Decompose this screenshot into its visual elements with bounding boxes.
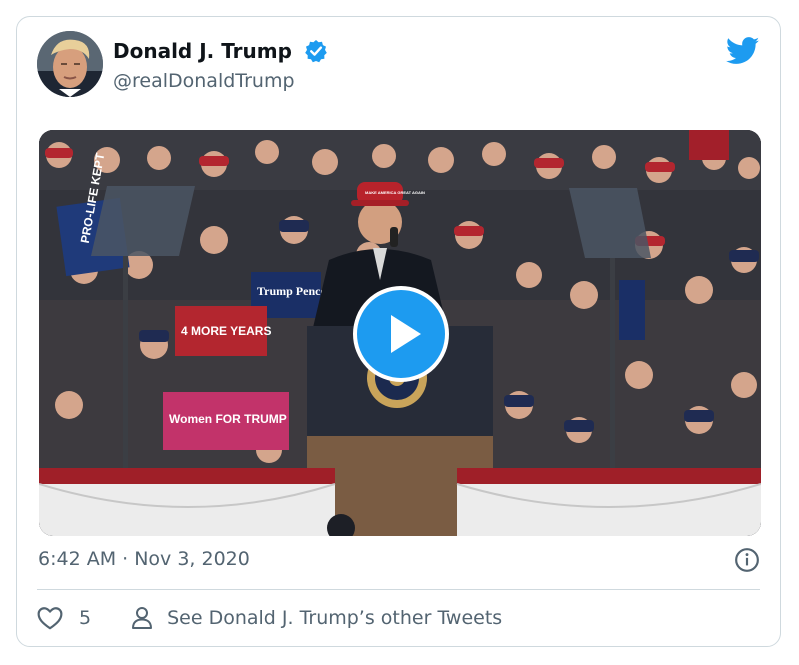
see-other-tweets-link[interactable]: See Donald J. Trump’s other Tweets xyxy=(131,606,502,630)
avatar-image xyxy=(37,31,103,97)
sign-text-5: MAKE AMERICA GREAT AGAIN xyxy=(365,190,425,195)
person-icon xyxy=(132,607,153,629)
tweet-card[interactable]: Donald J. Trump @realDonaldTrump PRO-LIF… xyxy=(16,16,781,647)
see-other-tweets-label: See Donald J. Trump’s other Tweets xyxy=(167,607,503,629)
twitter-bird-icon[interactable] xyxy=(726,37,760,65)
info-icon[interactable] xyxy=(734,547,760,573)
avatar[interactable] xyxy=(37,31,103,97)
heart-icon xyxy=(37,607,63,630)
author-display-name[interactable]: Donald J. Trump xyxy=(113,39,292,63)
sign-text-3: 4 MORE YEARS xyxy=(181,324,271,338)
divider xyxy=(37,589,760,590)
author-handle[interactable]: @realDonaldTrump xyxy=(113,70,295,92)
action-bar: 5 See Donald J. Trump’s other Tweets xyxy=(37,603,502,633)
tweet-timestamp[interactable]: 6:42 AM · Nov 3, 2020 xyxy=(38,548,250,570)
video-player[interactable]: PRO-LIFE KEPT Trump Pence 2020 4 MORE YE… xyxy=(39,130,761,536)
play-icon[interactable] xyxy=(353,286,449,382)
verified-badge-icon xyxy=(305,40,327,63)
sign-text-4: Women FOR TRUMP xyxy=(169,412,287,426)
like-button[interactable]: 5 xyxy=(37,606,91,630)
like-count: 5 xyxy=(79,607,92,629)
